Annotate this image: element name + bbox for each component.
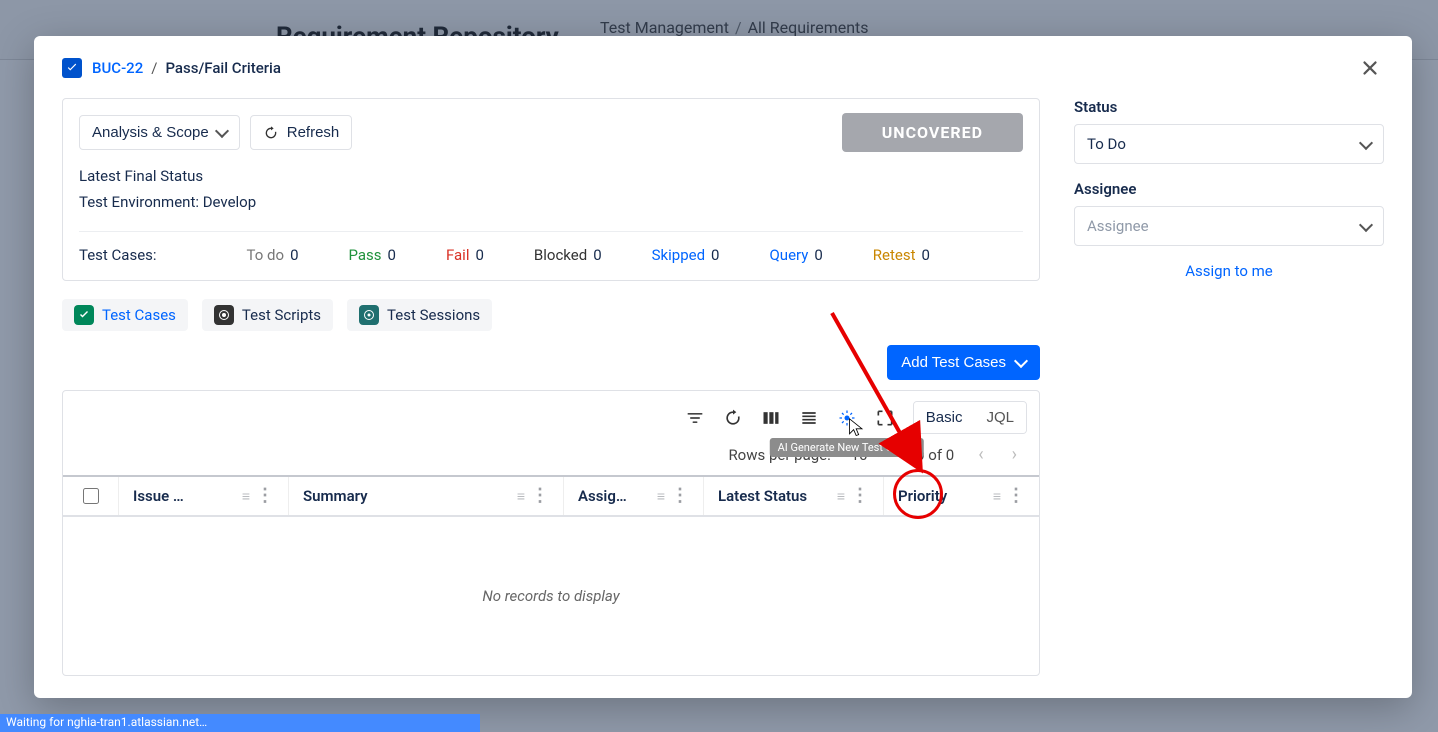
- coverage-summary-card: Analysis & Scope Refresh UNCOVERED Lates…: [62, 98, 1040, 281]
- counts-label: Test Cases:: [79, 246, 157, 264]
- chevron-down-icon: [1014, 354, 1028, 368]
- col-status-label: Latest Status: [718, 487, 807, 505]
- col-issue-label: Issue …: [133, 487, 184, 505]
- col-menu-icon[interactable]: ⋮: [671, 487, 689, 505]
- col-summary[interactable]: Summary ≡ ⋮: [289, 477, 564, 515]
- test-scripts-icon: [214, 305, 234, 325]
- test-sessions-icon: [359, 305, 379, 325]
- coverage-badge: UNCOVERED: [842, 113, 1023, 152]
- tab-test-scripts[interactable]: Test Scripts: [202, 299, 333, 331]
- count-retest-value: 0: [922, 246, 930, 264]
- issue-title: Pass/Fail Criteria: [165, 59, 281, 77]
- tab-test-scripts-label: Test Scripts: [242, 306, 321, 324]
- drag-handle-icon[interactable]: ≡: [657, 488, 665, 505]
- col-priority-label: Priority: [898, 487, 947, 505]
- col-menu-icon[interactable]: ⋮: [531, 487, 549, 505]
- col-menu-icon[interactable]: ⋮: [851, 487, 869, 505]
- drag-handle-icon[interactable]: ≡: [993, 488, 1001, 505]
- col-assignee[interactable]: Assig… ≡ ⋮: [564, 477, 704, 515]
- ai-tooltip: AI Generate New Test Cases: [770, 438, 924, 457]
- status-field-label: Status: [1074, 98, 1384, 116]
- density-icon[interactable]: [799, 408, 819, 428]
- drag-handle-icon[interactable]: ≡: [242, 488, 250, 505]
- col-menu-icon[interactable]: ⋮: [1007, 487, 1025, 505]
- count-pass-value: 0: [388, 246, 396, 264]
- add-test-cases-label: Add Test Cases: [901, 354, 1006, 371]
- col-summary-label: Summary: [303, 487, 368, 505]
- drag-handle-icon[interactable]: ≡: [517, 488, 525, 505]
- chevron-down-icon: [215, 124, 229, 138]
- divider: [79, 231, 1023, 232]
- fullscreen-icon[interactable]: [875, 408, 895, 428]
- status-select[interactable]: To Do: [1074, 124, 1384, 164]
- scope-label: Analysis & Scope: [92, 124, 209, 141]
- count-fail-value: 0: [475, 246, 483, 264]
- count-retest-label: Retest: [873, 246, 916, 264]
- col-priority[interactable]: Priority ≡ ⋮: [884, 477, 1039, 515]
- prev-page-button[interactable]: ‹: [974, 444, 987, 465]
- chevron-down-icon: [1359, 217, 1373, 231]
- count-todo-label: To do: [247, 246, 285, 264]
- test-cases-grid: AI Generate New Test Cases Basic JQL Row…: [62, 390, 1040, 676]
- next-page-button[interactable]: ›: [1008, 444, 1021, 465]
- count-skipped-label: Skipped: [652, 246, 705, 264]
- drag-handle-icon[interactable]: ≡: [837, 488, 845, 505]
- issue-modal: BUC-22 / Pass/Fail Criteria Analysis & S…: [34, 36, 1412, 698]
- col-select-all[interactable]: [63, 477, 119, 515]
- reload-icon[interactable]: [723, 408, 743, 428]
- test-environment: Test Environment: Develop: [79, 190, 1023, 216]
- close-button[interactable]: [1356, 54, 1384, 82]
- refresh-label: Refresh: [287, 124, 340, 141]
- assign-to-me-link[interactable]: Assign to me: [1074, 262, 1384, 280]
- count-blocked-value: 0: [593, 246, 601, 264]
- status-value: To Do: [1087, 135, 1126, 153]
- count-blocked-label: Blocked: [534, 246, 587, 264]
- filter-icon[interactable]: [685, 408, 705, 428]
- count-fail-label: Fail: [446, 246, 470, 264]
- latest-final-status: Latest Final Status: [79, 164, 1023, 190]
- col-issue[interactable]: Issue … ≡ ⋮: [119, 477, 289, 515]
- add-test-cases-button[interactable]: Add Test Cases: [887, 345, 1040, 380]
- scope-dropdown[interactable]: Analysis & Scope: [79, 115, 240, 150]
- assignee-select[interactable]: Assignee: [1074, 206, 1384, 246]
- grid-empty-state: No records to display: [63, 517, 1039, 675]
- issue-type-icon: [62, 58, 82, 78]
- columns-icon[interactable]: [761, 408, 781, 428]
- jql-mode-button[interactable]: JQL: [974, 402, 1026, 433]
- count-query-label: Query: [769, 246, 808, 264]
- tab-test-sessions-label: Test Sessions: [387, 306, 480, 324]
- refresh-button[interactable]: Refresh: [250, 115, 353, 150]
- count-todo-value: 0: [290, 246, 298, 264]
- col-menu-icon[interactable]: ⋮: [256, 487, 274, 505]
- assignee-placeholder: Assignee: [1087, 217, 1149, 235]
- test-cases-icon: [74, 305, 94, 325]
- tab-test-sessions[interactable]: Test Sessions: [347, 299, 492, 331]
- count-pass-label: Pass: [349, 246, 382, 264]
- col-assignee-label: Assig…: [578, 487, 627, 505]
- browser-status-bar: Waiting for nghia-tran1.atlassian.net…: [0, 714, 480, 732]
- issue-key-link[interactable]: BUC-22: [92, 59, 143, 77]
- count-query-value: 0: [814, 246, 822, 264]
- count-skipped-value: 0: [711, 246, 719, 264]
- tab-test-cases-label: Test Cases: [102, 306, 176, 324]
- breadcrumb-sep: /: [151, 59, 157, 77]
- col-latest-status[interactable]: Latest Status ≡ ⋮: [704, 477, 884, 515]
- basic-mode-button[interactable]: Basic: [914, 402, 975, 433]
- query-mode-toggle: Basic JQL: [913, 401, 1027, 434]
- select-all-checkbox[interactable]: [83, 488, 99, 504]
- ai-generate-icon[interactable]: AI Generate New Test Cases: [837, 408, 857, 428]
- assignee-field-label: Assignee: [1074, 180, 1384, 198]
- tab-test-cases[interactable]: Test Cases: [62, 299, 188, 331]
- refresh-icon: [263, 125, 279, 141]
- chevron-down-icon: [1359, 135, 1373, 149]
